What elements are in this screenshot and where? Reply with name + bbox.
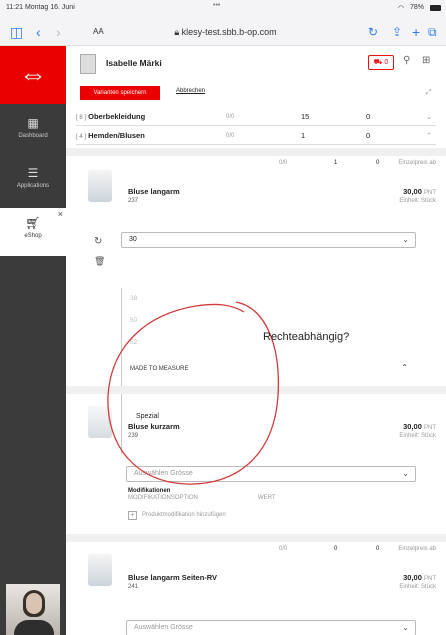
address-bar[interactable]: AA 🔒︎ klesy-test.sbb.b-op.com xyxy=(88,22,363,42)
cart-icon: 🛒︎ xyxy=(25,216,41,230)
app-sidebar: ⇔ ▦ Dashboard ☰ Applications × 🛒︎ eShop xyxy=(0,46,66,635)
rail-item-eshop[interactable]: × 🛒︎ eShop xyxy=(0,208,66,256)
user-avatar[interactable] xyxy=(6,584,60,635)
new-tab-icon[interactable]: + xyxy=(412,18,420,46)
rail-label-applications: Applications xyxy=(16,183,50,189)
menu-icon: ☰ xyxy=(27,166,39,180)
browser-toolbar: ◫ ‹ › AA 🔒︎ klesy-test.sbb.b-op.com ↻ ⇪ … xyxy=(0,18,446,46)
rail-item-applications[interactable]: ☰ Applications xyxy=(0,158,66,206)
close-icon[interactable]: × xyxy=(58,209,63,219)
battery-icon xyxy=(430,5,441,11)
rail-label-eshop: eShop xyxy=(24,233,42,239)
lock-icon: 🔒︎ xyxy=(174,27,182,37)
url-text: klesy-test.sbb.b-op.com xyxy=(181,27,277,37)
share-icon[interactable]: ⇪ xyxy=(392,18,402,46)
forward-icon[interactable]: › xyxy=(56,18,61,46)
sidebar-icon[interactable]: ◫ xyxy=(10,18,23,46)
rail-label-dashboard: Dashboard xyxy=(18,133,48,139)
annotation-note: Rechteabhängig? xyxy=(263,331,350,343)
more-dots-icon: ••• xyxy=(213,2,221,9)
wifi-icon: ◠ xyxy=(398,5,405,12)
battery-percent: 78% xyxy=(410,4,425,11)
annotation-circle xyxy=(107,301,280,485)
dashboard-icon: ▦ xyxy=(27,116,39,130)
tabs-icon[interactable]: ⧉ xyxy=(428,18,437,46)
sbb-logo-icon[interactable]: ⇔ xyxy=(0,46,66,104)
device-status-bar: 11:21 Montag 16. Juni ••• ◠ 78% xyxy=(0,0,446,18)
reader-toggle[interactable]: AA xyxy=(93,22,104,42)
back-icon[interactable]: ‹ xyxy=(36,18,41,46)
rail-item-dashboard[interactable]: ▦ Dashboard xyxy=(0,108,66,156)
reload-icon[interactable]: ↻ xyxy=(368,18,378,46)
status-time: 11:21 Montag 16. Juni xyxy=(6,4,75,11)
